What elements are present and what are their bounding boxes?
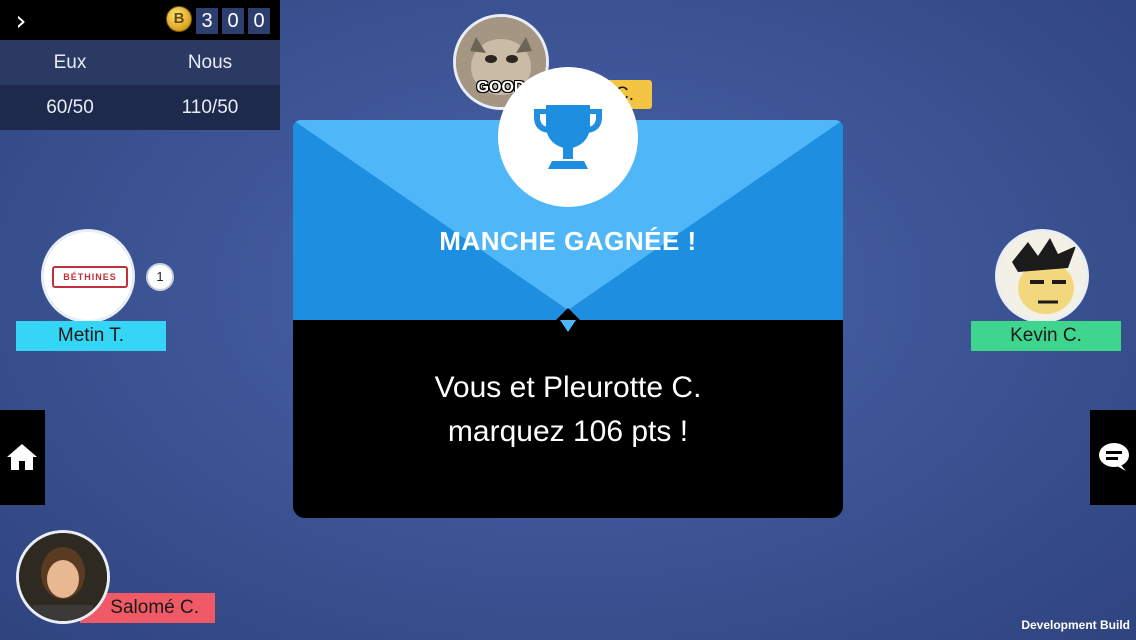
chat-icon <box>1099 443 1129 471</box>
player-right-avatar[interactable] <box>995 229 1089 323</box>
town-sign-logo: BÉTHINES <box>52 266 128 288</box>
coin-digit: 0 <box>248 8 270 34</box>
team-them-score: 60/50 <box>46 97 94 118</box>
round-won-title: MANCHE GAGNÉE ! <box>439 226 697 256</box>
coin-icon: B <box>166 6 192 32</box>
scoreboard-values: 60/50 110/50 <box>0 85 280 130</box>
coin-digit: 0 <box>222 8 244 34</box>
cartoon-face-image <box>998 232 1086 320</box>
player-right-nametag: Kevin C. <box>971 321 1121 351</box>
scoreboard-header: Eux Nous <box>0 40 280 85</box>
home-button[interactable] <box>0 410 45 505</box>
trophy-icon <box>534 105 602 169</box>
person-photo-image <box>19 533 107 621</box>
team-us-score: 110/50 <box>181 97 239 118</box>
chat-button[interactable] <box>1090 410 1136 505</box>
message-line-1: Vous et Pleurotte C. <box>434 371 702 404</box>
coin-digit: 3 <box>196 8 218 34</box>
team-them-label: Eux <box>53 52 87 73</box>
development-build-label: Development Build <box>1021 618 1130 632</box>
player-left-badge: 1 <box>146 263 174 291</box>
home-icon <box>7 444 37 470</box>
message-line-2: marquez 106 pts ! <box>447 415 689 448</box>
player-left-nametag: Metin T. <box>16 321 166 351</box>
divider-diamond <box>556 308 580 332</box>
player-bottom-avatar[interactable] <box>16 530 110 624</box>
chevron-right-icon[interactable]: › <box>6 6 36 36</box>
team-us-label: Nous <box>187 52 233 73</box>
trophy-badge <box>498 67 638 207</box>
player-left-avatar[interactable]: BÉTHINES <box>41 229 135 323</box>
round-result-message: Vous et Pleurotte C. marquez 106 pts ! <box>293 366 843 454</box>
